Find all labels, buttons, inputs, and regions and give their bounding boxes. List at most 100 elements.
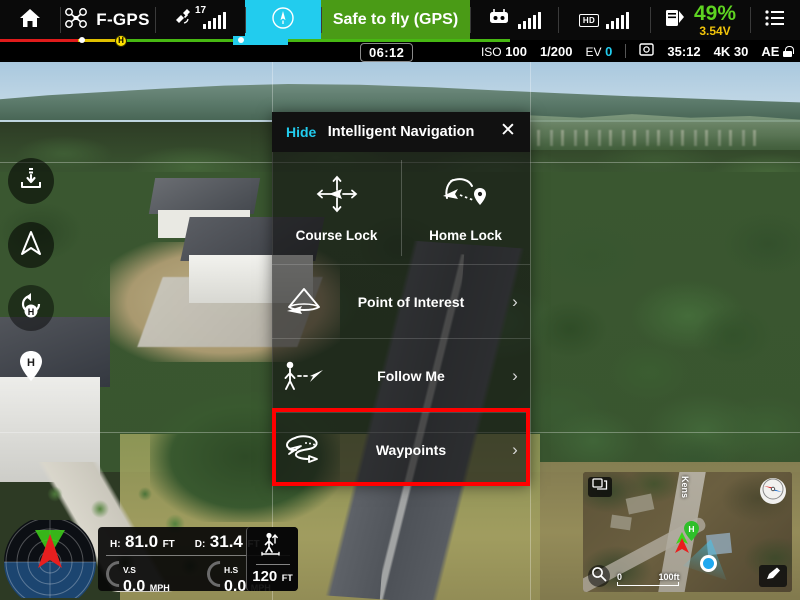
rc-signal-bars	[518, 11, 541, 29]
map-draw-button[interactable]	[759, 565, 787, 587]
menu-button[interactable]	[750, 0, 800, 40]
map-zoom-button[interactable]	[588, 565, 610, 587]
iso-label: ISO	[480, 44, 502, 59]
resolution-setting[interactable]: 4K 30	[714, 44, 749, 59]
satellite-icon	[174, 8, 196, 33]
auto-landing-button[interactable]	[8, 158, 54, 204]
compass-button[interactable]	[760, 478, 786, 504]
chevron-right-icon: ›	[512, 291, 518, 311]
home-button[interactable]	[0, 0, 60, 40]
vertical-speed-gauge: V.S 0.0 MPH	[100, 555, 189, 595]
shutter-setting[interactable]: 1/200	[540, 44, 573, 59]
course-lock-option[interactable]: Course Lock	[272, 152, 401, 264]
horizontal-speed-value: 0.0	[224, 578, 247, 595]
gps-signal-indicator[interactable]: 17	[155, 0, 245, 40]
flight-mode-button[interactable]: F-GPS	[60, 0, 155, 40]
map-layers-icon	[592, 477, 608, 497]
battery-percent: 49%	[693, 2, 737, 26]
rc-signal-indicator[interactable]	[470, 0, 558, 40]
user-position-icon	[700, 555, 717, 572]
height-limit-unit: FT	[281, 573, 293, 583]
altitude-readout: H: 81.0 FT	[110, 532, 175, 552]
close-icon[interactable]: ✕	[498, 121, 518, 142]
sd-card-icon	[639, 43, 655, 59]
ev-setting[interactable]: EV 0	[585, 44, 612, 59]
flight-status-button[interactable]	[245, 0, 321, 40]
gps-signal-bars	[203, 11, 226, 29]
map-scale-labels: 0 100ft	[617, 572, 680, 582]
divider	[625, 44, 627, 58]
distance-value: 31.4	[209, 532, 243, 551]
iso-setting[interactable]: ISO 100	[481, 44, 527, 59]
scale-max: 100ft	[658, 572, 680, 582]
lock-modes-row: Course Lock Home Lock	[272, 152, 530, 264]
hamburger-menu-icon	[764, 9, 786, 32]
smart-rth-button[interactable]	[8, 222, 54, 268]
svg-text:H: H	[688, 524, 694, 534]
battery-indicator[interactable]: 49% 3.54V	[650, 0, 750, 40]
status-text: Safe to fly (GPS)	[332, 11, 459, 28]
ev-label: EV	[585, 44, 602, 59]
home-pin-icon: H	[18, 350, 44, 387]
minimap[interactable]: Kens H 0 100ft	[583, 472, 792, 592]
drone-icon	[65, 7, 88, 33]
pen-icon	[764, 566, 782, 587]
menu-item-label: Waypoints	[375, 441, 447, 458]
chevron-right-icon: ›	[512, 365, 518, 385]
ev-value: 0	[605, 43, 613, 59]
flight-timer: 06:12	[360, 43, 414, 62]
height-limit-panel[interactable]: 120 FT	[246, 527, 298, 591]
roof	[148, 178, 261, 214]
iso-value: 100	[505, 43, 527, 59]
battery-readout: 49% 3.54V	[694, 3, 736, 37]
menu-item-label: Point of Interest	[357, 293, 465, 310]
compass-icon	[762, 478, 784, 505]
home-icon	[18, 7, 42, 34]
top-status-bar: F-GPS 17 Safe to fly (GPS) HD 49% 3.54V	[0, 0, 800, 40]
status-badge: Safe to fly (GPS)	[321, 0, 470, 40]
menu-item-point-of-interest[interactable]: Point of Interest ›	[272, 264, 530, 338]
user-dot	[703, 558, 714, 569]
scale-min: 0	[617, 572, 623, 582]
menu-item-follow-me[interactable]: Follow Me ›	[272, 338, 530, 412]
ae-lock-control[interactable]: AE	[761, 43, 794, 59]
hd-signal-indicator[interactable]: HD	[558, 0, 650, 40]
home-marker: H	[683, 520, 700, 542]
home-lock-option[interactable]: Home Lock	[401, 152, 530, 264]
attitude-indicator[interactable]	[2, 520, 98, 598]
distance-key: D:	[194, 539, 206, 550]
composition-grid-line	[530, 62, 531, 600]
course-lock-icon	[315, 174, 359, 219]
battery-strip-segment	[0, 39, 78, 42]
dialog-header: Hide Intelligent Navigation ✕	[272, 112, 530, 152]
battery-icon	[664, 7, 686, 34]
hide-button[interactable]: Hide	[286, 124, 316, 140]
map-building	[610, 514, 632, 531]
map-street-label: Kens	[680, 476, 690, 499]
vertical-speed-value: 0.0	[123, 578, 146, 595]
flight-mode-label: F-GPS	[96, 10, 150, 29]
return-to-home-button[interactable]: H	[8, 285, 54, 331]
ae-label: AE	[761, 43, 780, 59]
altitude-key: H:	[110, 539, 121, 550]
satellite-count: 17	[195, 5, 207, 16]
battery-level-strip: H	[0, 35, 510, 47]
battery-voltage: 3.54V	[699, 23, 731, 38]
camera-settings-group: ISO 100 1/200 EV 0 35:12 4K 30 AE	[481, 43, 794, 59]
svg-text:H: H	[28, 307, 35, 317]
vertical-speed-label: V.S	[123, 565, 136, 575]
horizontal-speed-label: H.S	[224, 565, 239, 575]
home-lock-label: Home Lock	[429, 227, 502, 243]
home-point-marker: H	[8, 345, 54, 391]
map-layers-button[interactable]	[588, 477, 612, 497]
course-lock-label: Course Lock	[295, 227, 378, 243]
dji-go-flight-screen: F-GPS 17 Safe to fly (GPS) HD 49% 3.54V …	[0, 0, 800, 600]
dialog-body: Course Lock Home Lock Point of Interest …	[272, 152, 530, 484]
intelligent-navigation-dialog: Hide Intelligent Navigation ✕ Course Loc…	[272, 112, 530, 486]
magnifier-icon	[591, 566, 607, 587]
svg-text:H: H	[27, 357, 35, 369]
menu-item-waypoints[interactable]: Waypoints ›	[272, 412, 530, 486]
altitude-unit: FT	[162, 539, 175, 550]
map-scale-bar	[617, 582, 679, 586]
battery-strip-dot	[238, 37, 244, 43]
